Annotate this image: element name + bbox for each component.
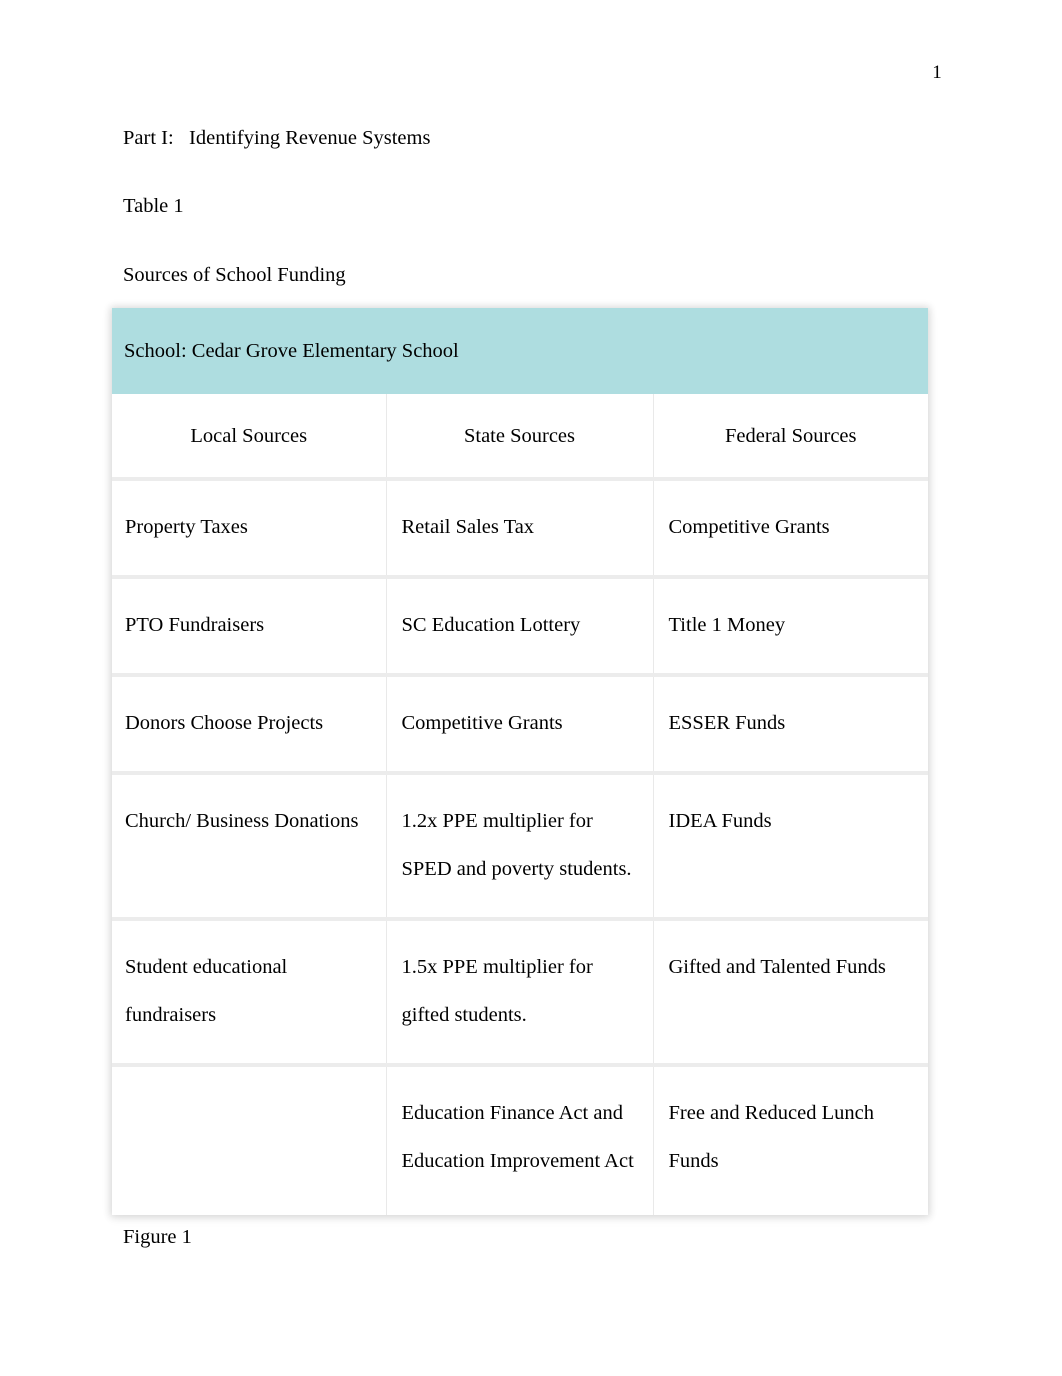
cell-federal: Title 1 Money (652, 577, 929, 677)
page-number: 1 (932, 62, 942, 83)
cell-federal: IDEA Funds (652, 773, 929, 921)
cell-state: Retail Sales Tax (385, 479, 653, 579)
cell-local (112, 1065, 386, 1215)
cell-federal: Gifted and Talented Funds (652, 919, 929, 1067)
table-header-row: Local Sources State Sources Federal Sour… (112, 394, 929, 481)
document-page: 1 Part I: Identifying Revenue Systems Ta… (0, 0, 1062, 1376)
cell-state: Competitive Grants (385, 675, 653, 775)
table-label: Table 1 (123, 195, 184, 217)
cell-local: PTO Fundraisers (112, 577, 386, 677)
table-row: Church/ Business Donations 1.2x PPE mult… (112, 773, 929, 921)
cell-state: 1.5x PPE multiplier for gifted students. (385, 919, 653, 1067)
cell-federal: Competitive Grants (652, 479, 929, 579)
column-header-federal: Federal Sources (652, 394, 929, 481)
column-header-state: State Sources (385, 394, 653, 481)
table-row: Education Finance Act and Education Impr… (112, 1065, 929, 1215)
table-row: PTO Fundraisers SC Education Lottery Tit… (112, 577, 929, 677)
funding-table-container: School: Cedar Grove Elementary School Lo… (112, 308, 929, 1215)
cell-local: Student educational fundraisers (112, 919, 386, 1067)
table-banner-row: School: Cedar Grove Elementary School (112, 308, 929, 394)
cell-state: SC Education Lottery (385, 577, 653, 677)
table-row: Student educational fundraisers 1.5x PPE… (112, 919, 929, 1067)
school-name-banner: School: Cedar Grove Elementary School (112, 308, 929, 394)
table-row: Property Taxes Retail Sales Tax Competit… (112, 479, 929, 579)
cell-local: Church/ Business Donations (112, 773, 386, 921)
cell-local: Property Taxes (112, 479, 386, 579)
cell-federal: ESSER Funds (652, 675, 929, 775)
column-header-local: Local Sources (112, 394, 386, 481)
cell-state: Education Finance Act and Education Impr… (385, 1065, 653, 1215)
table-title: Sources of School Funding (123, 264, 346, 286)
cell-federal: Free and Reduced Lunch Funds (652, 1065, 929, 1215)
figure-label: Figure 1 (123, 1226, 192, 1248)
cell-state: 1.2x PPE multiplier for SPED and poverty… (385, 773, 653, 921)
cell-local: Donors Choose Projects (112, 675, 386, 775)
table-row: Donors Choose Projects Competitive Grant… (112, 675, 929, 775)
part-heading: Part I: Identifying Revenue Systems (123, 127, 431, 149)
funding-table: School: Cedar Grove Elementary School Lo… (112, 308, 929, 1215)
